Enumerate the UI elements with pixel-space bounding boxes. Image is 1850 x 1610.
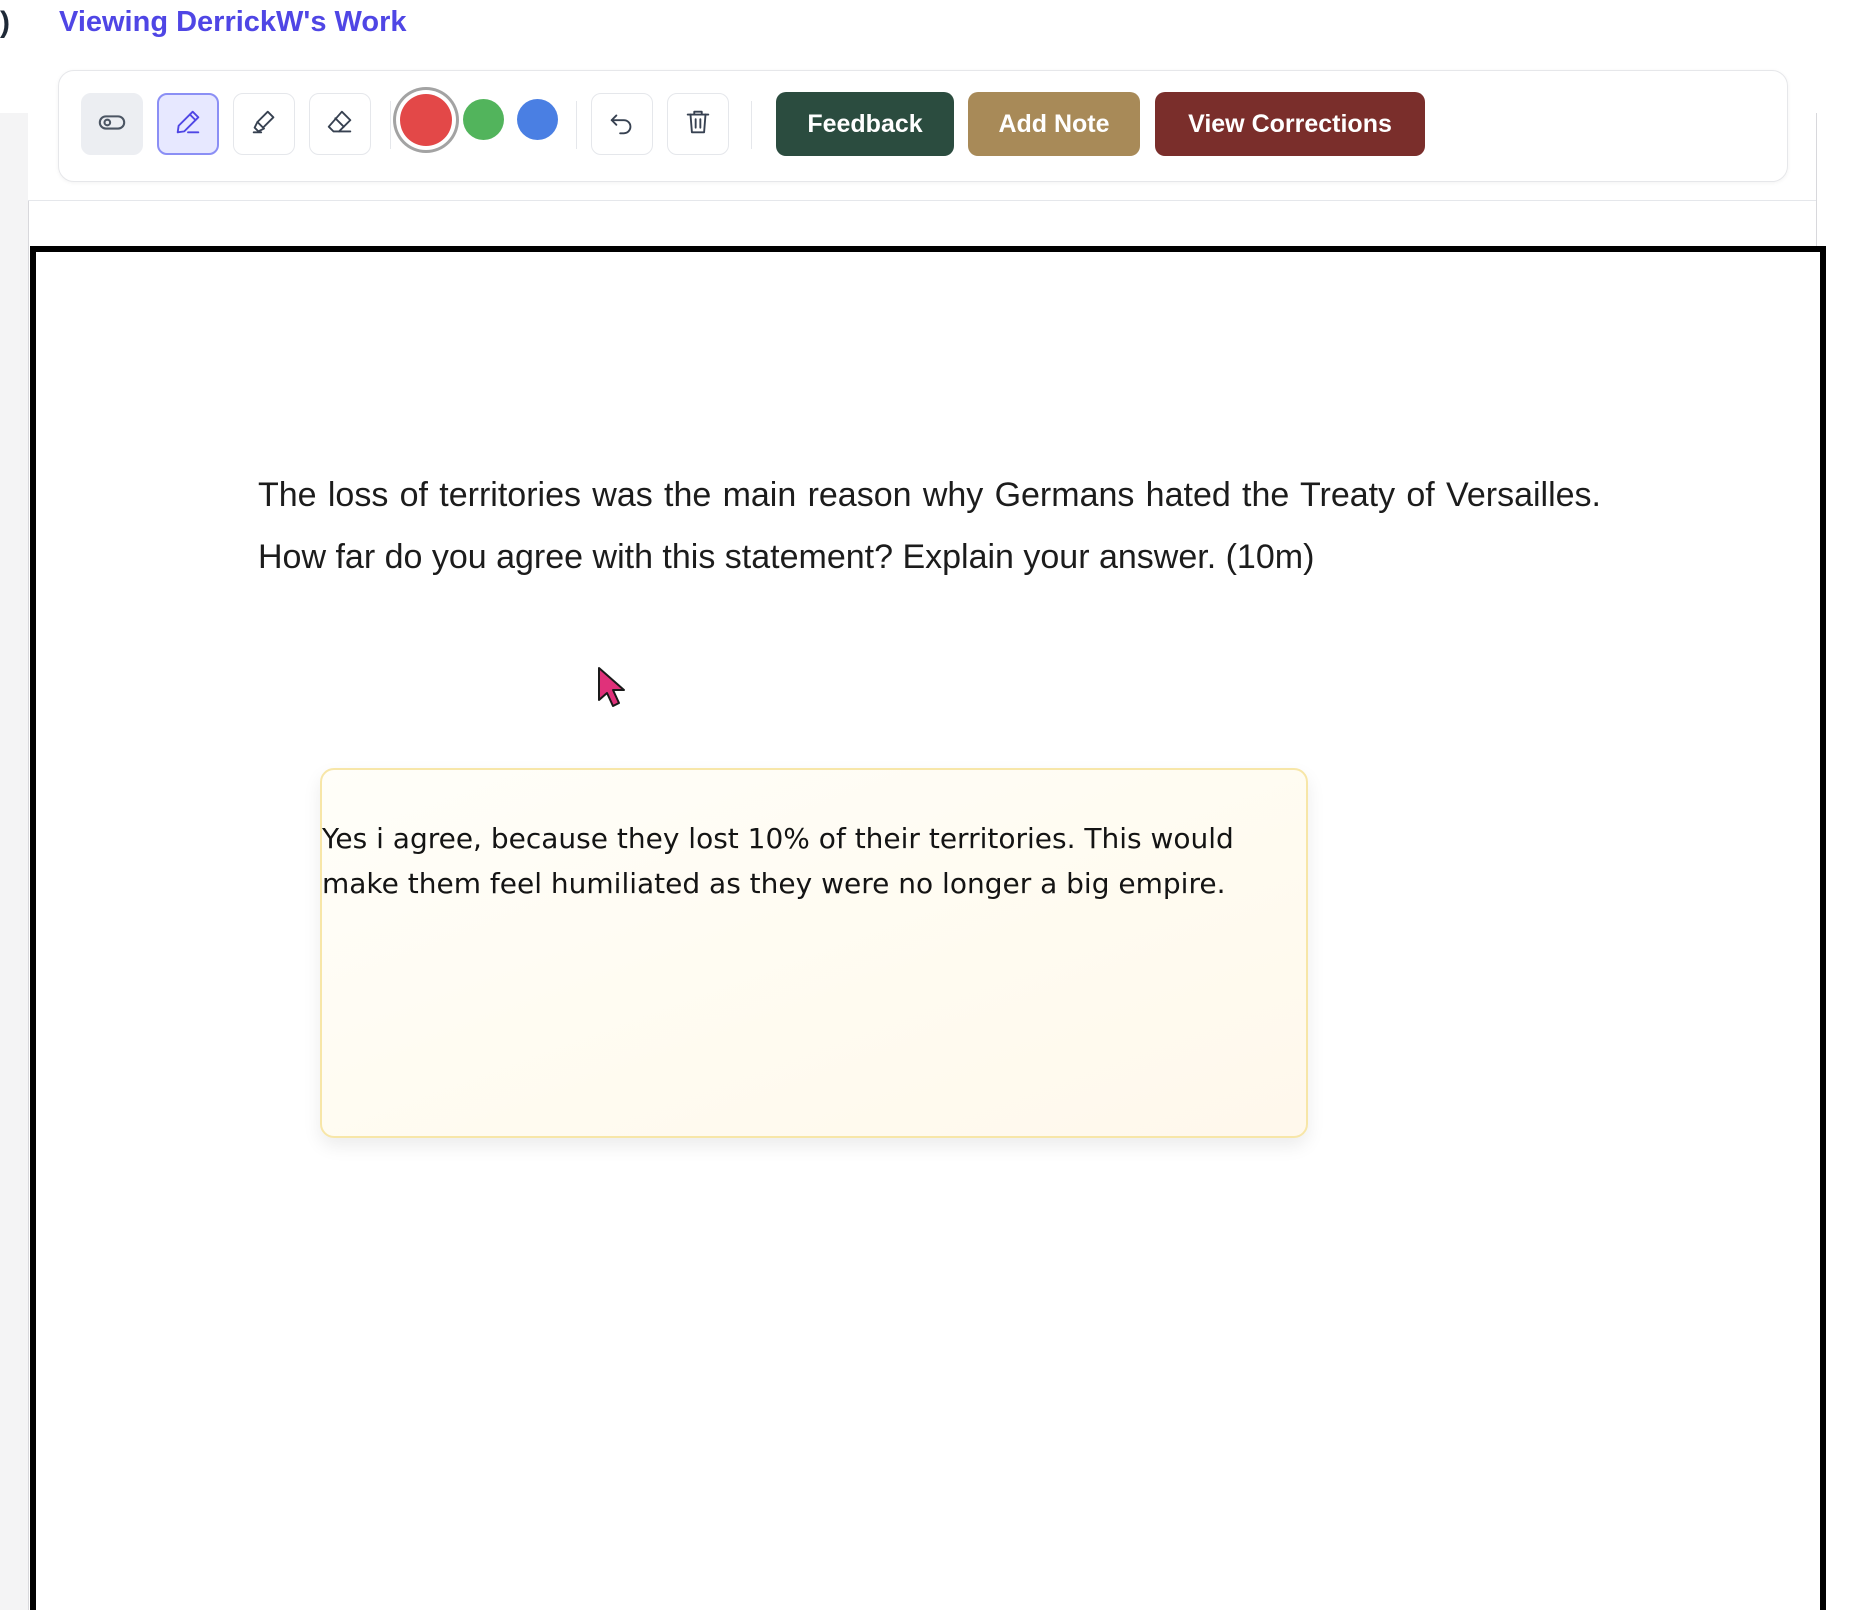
feedback-button[interactable]: Feedback [776,92,954,156]
undo-button[interactable] [591,93,653,155]
pen-icon [173,107,203,142]
color-swatch-red[interactable] [400,94,452,146]
toolbar-divider [751,101,752,149]
color-swatch-blue[interactable] [517,99,558,140]
view-corrections-button[interactable]: View Corrections [1155,92,1425,156]
highlighter-tool-button[interactable] [233,93,295,155]
eraser-tool-button[interactable] [309,93,371,155]
student-work-canvas[interactable]: The loss of territories was the main rea… [30,246,1826,1610]
undo-icon [607,107,637,142]
mouse-mode-button[interactable] [81,93,143,155]
annotation-workspace: ) Viewing DerrickW's Work Feedback Add N… [0,0,1850,1610]
trash-icon [683,107,713,142]
add-note-button[interactable]: Add Note [968,92,1140,156]
highlighter-icon [249,107,279,142]
pen-tool-button[interactable] [157,93,219,155]
eraser-icon [325,107,355,142]
pointer-cursor-icon [598,667,625,707]
toolbar-divider [576,101,577,149]
left-edge-glyph: ) [0,6,10,39]
clear-button[interactable] [667,93,729,155]
annotation-toolbar: Feedback Add Note View Corrections [58,70,1788,182]
toggle-icon [97,107,127,142]
left-panel-edge [0,113,29,1610]
color-swatch-green[interactable] [463,99,504,140]
answer-text-box[interactable]: Yes i agree, because they lost 10% of th… [320,768,1308,1138]
viewing-title: Viewing DerrickW's Work [59,6,407,39]
toolbar-divider [390,101,391,149]
answer-text: Yes i agree, because they lost 10% of th… [322,822,1234,900]
question-text: The loss of territories was the main rea… [258,476,1601,576]
